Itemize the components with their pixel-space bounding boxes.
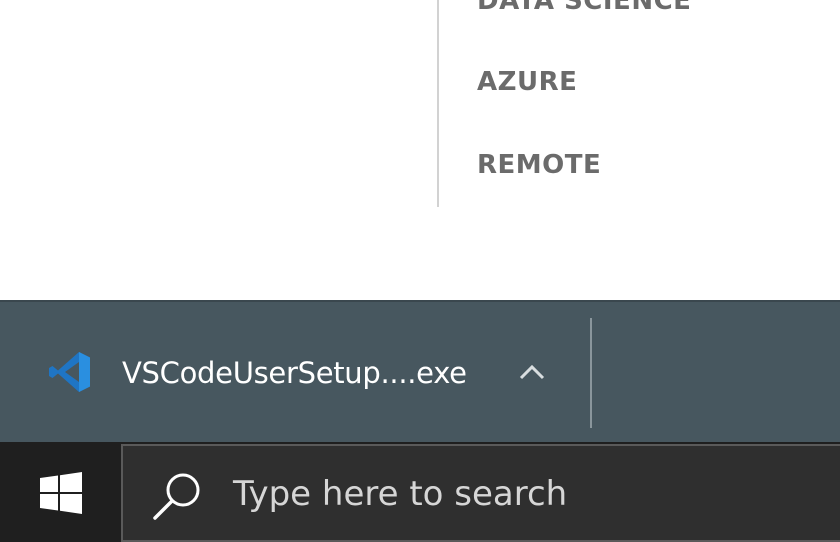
vscode-icon xyxy=(49,352,90,392)
search-icon xyxy=(153,473,200,520)
nav-item-azure[interactable]: AZURE xyxy=(477,67,577,97)
web-page-content: DATA SCIENCE AZURE REMOTE xyxy=(0,0,840,300)
download-file-name: VSCodeUserSetup....exe xyxy=(122,356,467,390)
download-bar: VSCodeUserSetup....exe xyxy=(0,300,840,442)
start-button[interactable] xyxy=(0,442,120,542)
search-placeholder: Type here to search xyxy=(233,474,568,514)
windows-icon xyxy=(40,472,82,514)
chevron-up-icon[interactable] xyxy=(516,360,548,384)
search-box[interactable]: Type here to search xyxy=(121,444,840,542)
download-bar-separator xyxy=(590,318,592,428)
download-item[interactable]: VSCodeUserSetup....exe xyxy=(0,302,590,442)
nav-item-remote[interactable]: REMOTE xyxy=(477,150,601,180)
nav-divider xyxy=(437,0,439,207)
taskbar: Type here to search xyxy=(0,442,840,542)
nav-item-data-science[interactable]: DATA SCIENCE xyxy=(477,0,691,16)
